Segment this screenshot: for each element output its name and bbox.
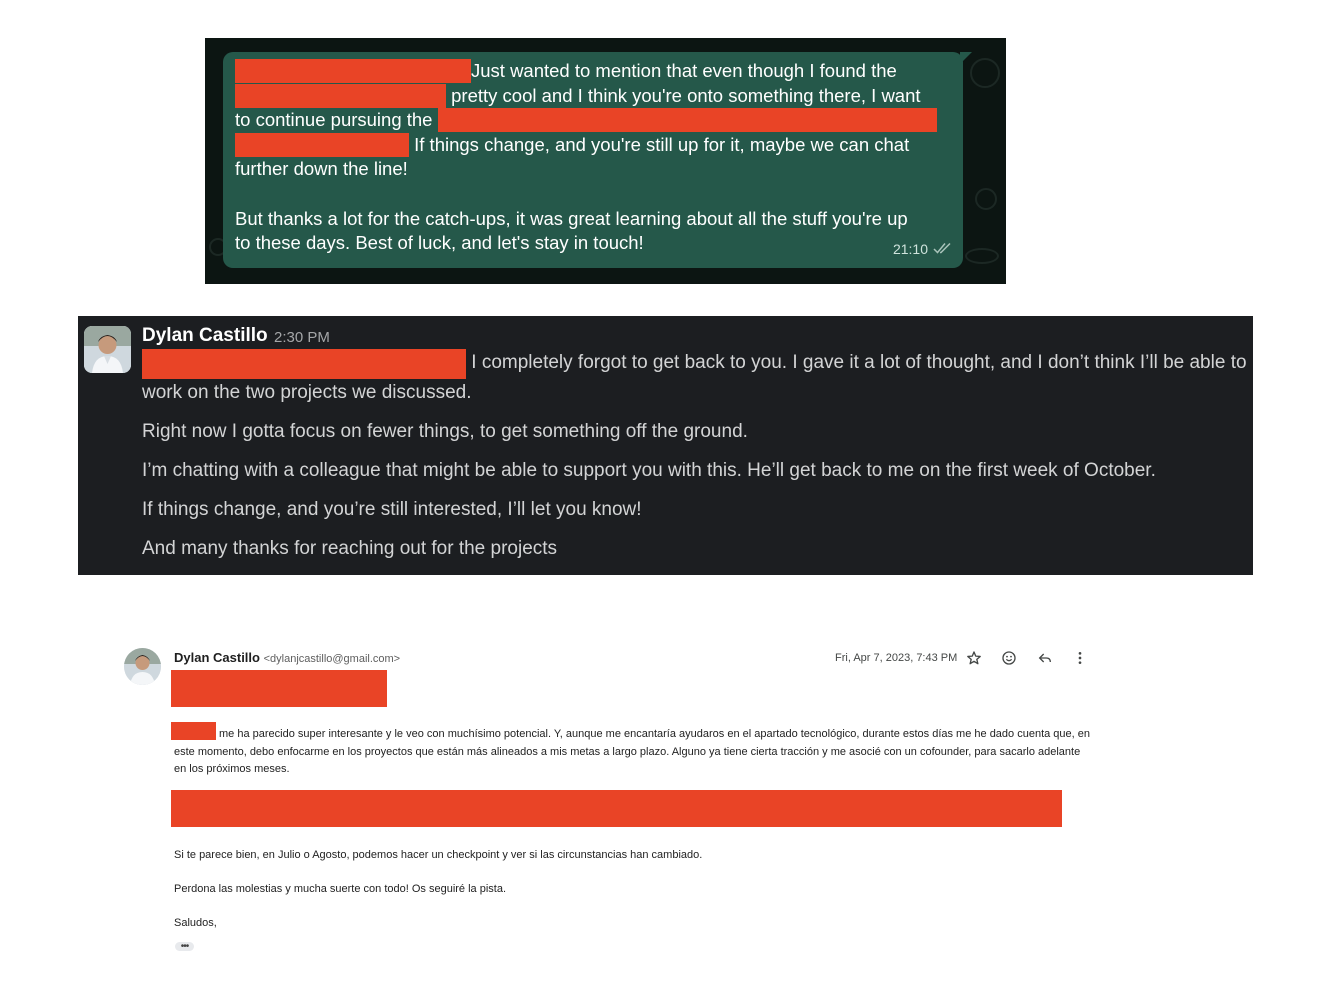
more-vert-icon[interactable] <box>1069 647 1091 669</box>
sender-name: Dylan Castillo <box>174 650 260 665</box>
message-paragraph: If things change, and you’re still inter… <box>142 499 642 520</box>
message-line: Just wanted to mention that even though … <box>235 59 951 84</box>
gmail-message-panel: Dylan Castillo <dylanjcastillo@gmail.com… <box>120 640 1100 960</box>
redaction-block <box>437 108 937 133</box>
sender[interactable]: Dylan Castillo <dylanjcastillo@gmail.com… <box>174 650 400 665</box>
message-line: pretty cool and I think you're onto some… <box>235 83 951 109</box>
message-time: 21:10 <box>892 241 928 258</box>
message-meta: 21:10 <box>893 237 953 262</box>
whatsapp-chat-panel: Just wanted to mention that even though … <box>205 38 1006 284</box>
whatsapp-message-bubble[interactable]: Just wanted to mention that even though … <box>223 52 972 268</box>
redaction-block <box>235 83 446 108</box>
email-paragraph: Perdona las molestias y mucha suerte con… <box>174 883 507 895</box>
wallpaper-doodle <box>975 188 997 210</box>
message-timestamp[interactable]: 2:30 PM <box>274 329 330 346</box>
message-paragraph: I’m chatting with a colleague that might… <box>142 460 1156 481</box>
avatar[interactable] <box>124 648 161 685</box>
message-line: to these days. Best of luck, and let's s… <box>235 232 644 254</box>
message-paragraph: I completely forgot to get back to you. … <box>142 349 1252 408</box>
emoji-icon[interactable] <box>998 647 1020 669</box>
redaction-block <box>235 132 409 157</box>
redaction-block <box>171 722 216 740</box>
sender-email: <dylanjcastillo@gmail.com> <box>263 653 401 665</box>
message-paragraph: Right now I gotta focus on fewer things,… <box>142 421 748 442</box>
email-paragraph: Si te parece bien, en Julio o Agosto, po… <box>174 849 703 861</box>
reply-icon[interactable] <box>1034 647 1056 669</box>
sender-name[interactable]: Dylan Castillo <box>142 325 268 347</box>
redaction-block <box>235 59 471 83</box>
redaction-block <box>171 670 387 707</box>
message-body: I completely forgot to get back to you. … <box>142 349 1252 574</box>
star-icon[interactable] <box>963 647 985 669</box>
message-line: But thanks a lot for the catch-ups, it w… <box>235 207 908 229</box>
message-line: further down the line! <box>235 158 408 180</box>
double-check-icon <box>933 237 953 262</box>
message-line: to continue pursuing the <box>235 108 951 133</box>
email-signoff: Saludos, <box>174 917 217 929</box>
wallpaper-doodle <box>965 248 999 264</box>
email-paragraph: me ha parecido super interesante y le ve… <box>171 722 1094 779</box>
slack-message-panel: Dylan Castillo 2:30 PM I completely forg… <box>78 316 1253 575</box>
avatar[interactable] <box>84 326 131 373</box>
message-date: Fri, Apr 7, 2023, 7:43 PM <box>835 652 958 664</box>
redaction-block <box>142 349 466 379</box>
message-paragraph: And many thanks for reaching out for the… <box>142 538 558 559</box>
show-trimmed-content-button[interactable]: ••• <box>175 942 194 952</box>
redaction-block <box>171 790 1062 827</box>
message-line: If things change, and you're still up fo… <box>235 132 951 158</box>
wallpaper-doodle <box>970 58 1000 88</box>
